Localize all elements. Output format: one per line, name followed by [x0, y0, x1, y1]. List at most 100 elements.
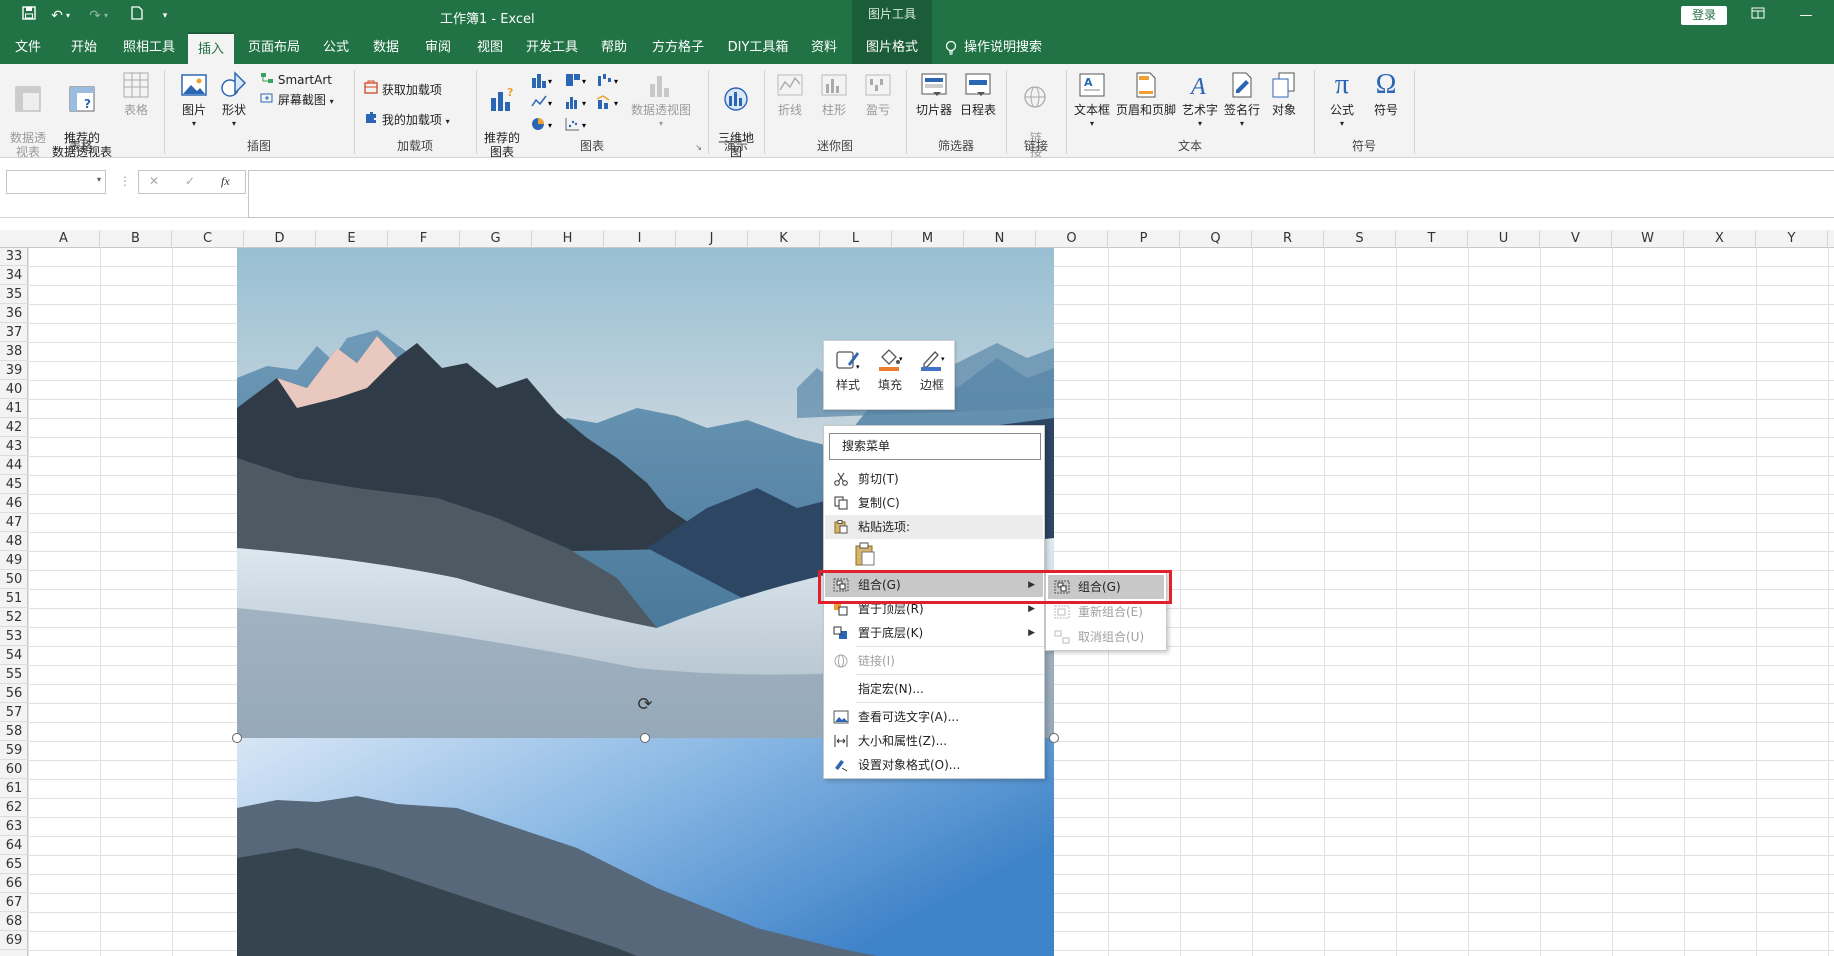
row-header[interactable]: 66: [0, 874, 28, 893]
tab-insert[interactable]: 插入: [188, 32, 234, 64]
row-header[interactable]: 56: [0, 684, 28, 703]
tab-file[interactable]: 文件: [8, 32, 48, 64]
row-header[interactable]: 67: [0, 893, 28, 912]
row-header[interactable]: 33: [0, 247, 28, 266]
row-header[interactable]: 43: [0, 437, 28, 456]
row-header[interactable]: 44: [0, 456, 28, 475]
column-header[interactable]: I: [604, 230, 676, 248]
signature-line-button[interactable]: 签名行 ▾: [1222, 70, 1262, 131]
row-header[interactable]: 45: [0, 475, 28, 494]
tab-developer[interactable]: 开发工具: [522, 32, 582, 64]
tab-home[interactable]: 开始: [66, 32, 102, 64]
row-header[interactable]: 54: [0, 646, 28, 665]
column-header[interactable]: B: [100, 230, 172, 248]
my-addins-button[interactable]: 我的加载项 ▾: [364, 110, 450, 130]
column-header[interactable]: V: [1540, 230, 1612, 248]
hierarchy-chart-icon[interactable]: ▾: [562, 72, 592, 91]
column-header[interactable]: C: [172, 230, 244, 248]
name-box[interactable]: ▾: [6, 170, 106, 194]
row-header[interactable]: 57: [0, 703, 28, 722]
pivot-chart-button[interactable]: 数据透视图 ▾: [628, 70, 694, 131]
sparkline-winloss-button[interactable]: 盈亏: [858, 70, 898, 117]
column-header[interactable]: J: [676, 230, 748, 248]
tab-data[interactable]: 数据: [368, 32, 404, 64]
menu-item-cut[interactable]: 剪切(T): [825, 467, 1043, 491]
column-header[interactable]: F: [388, 230, 460, 248]
column-header[interactable]: G: [460, 230, 532, 248]
menu-item-format-object[interactable]: 设置对象格式(O)...: [825, 753, 1043, 777]
border-button[interactable]: ▾ 边框: [912, 347, 952, 393]
tab-help[interactable]: 帮助: [596, 32, 632, 64]
row-header[interactable]: 37: [0, 323, 28, 342]
submenu-item-ungroup[interactable]: 取消组合(U): [1048, 625, 1164, 649]
column-header[interactable]: O: [1036, 230, 1108, 248]
pictures-button[interactable]: 图片 ▾: [176, 70, 212, 131]
tab-page-layout[interactable]: 页面布局: [244, 32, 304, 64]
shapes-button[interactable]: 形状 ▾: [216, 70, 252, 131]
column-header[interactable]: Q: [1180, 230, 1252, 248]
row-header[interactable]: 50: [0, 570, 28, 589]
textbox-button[interactable]: A 文本框 ▾: [1072, 70, 1112, 131]
menu-item-assign-macro[interactable]: 指定宏(N)...: [825, 677, 1043, 701]
row-header[interactable]: 47: [0, 513, 28, 532]
column-chart-icon[interactable]: ▾: [528, 72, 558, 91]
tab-camera-tools[interactable]: 照相工具: [118, 32, 180, 64]
cancel-icon[interactable]: ✕: [149, 174, 159, 188]
pie-chart-icon[interactable]: ▾: [528, 116, 558, 135]
sparkline-line-button[interactable]: 折线: [770, 70, 810, 117]
tab-picture-format[interactable]: 图片格式: [852, 32, 932, 64]
column-header[interactable]: E: [316, 230, 388, 248]
resize-handle[interactable]: [640, 733, 650, 743]
row-header[interactable]: 41: [0, 399, 28, 418]
line-chart-icon[interactable]: ▾: [528, 94, 558, 113]
tab-materials[interactable]: 资料: [806, 32, 842, 64]
menu-item-alt-text[interactable]: 查看可选文字(A)...: [825, 705, 1043, 729]
save-icon[interactable]: [18, 6, 40, 26]
table-button[interactable]: 表格: [116, 70, 156, 117]
menu-item-size-properties[interactable]: 大小和属性(Z)...: [825, 729, 1043, 753]
column-header[interactable]: L: [820, 230, 892, 248]
row-header[interactable]: 63: [0, 817, 28, 836]
tab-formulas[interactable]: 公式: [318, 32, 354, 64]
combo-chart-icon[interactable]: ▾: [594, 94, 624, 113]
column-header[interactable]: P: [1108, 230, 1180, 248]
scatter-chart-icon[interactable]: ▾: [562, 116, 592, 135]
column-header[interactable]: H: [532, 230, 604, 248]
resize-handle[interactable]: [232, 733, 242, 743]
menu-item-copy[interactable]: 复制(C): [825, 491, 1043, 515]
column-header[interactable]: N: [964, 230, 1036, 248]
column-header[interactable]: W: [1612, 230, 1684, 248]
ribbon-display-icon[interactable]: [1748, 6, 1768, 26]
row-header[interactable]: 64: [0, 836, 28, 855]
fill-button[interactable]: ▾ 填充: [870, 347, 910, 393]
column-header[interactable]: M: [892, 230, 964, 248]
column-header[interactable]: R: [1252, 230, 1324, 248]
get-addins-button[interactable]: 获取加载项: [364, 80, 442, 98]
column-header[interactable]: D: [244, 230, 316, 248]
row-header[interactable]: 60: [0, 760, 28, 779]
slicer-button[interactable]: 切片器: [914, 70, 954, 117]
tab-fangfang[interactable]: 方方格子: [646, 32, 710, 64]
row-header[interactable]: 39: [0, 361, 28, 380]
menu-item-send-to-back[interactable]: 置于底层(K) ▶: [825, 621, 1043, 645]
tab-view[interactable]: 视图: [472, 32, 508, 64]
statistic-chart-icon[interactable]: ▾: [562, 94, 592, 113]
row-header[interactable]: 61: [0, 779, 28, 798]
menu-item-link[interactable]: 链接(I): [825, 649, 1043, 673]
row-header[interactable]: 48: [0, 532, 28, 551]
tab-diy-toolbox[interactable]: DIY工具箱: [724, 32, 792, 64]
row-header[interactable]: 42: [0, 418, 28, 437]
row-header[interactable]: 65: [0, 855, 28, 874]
row-header[interactable]: 55: [0, 665, 28, 684]
header-footer-button[interactable]: 页眉和页脚: [1114, 70, 1178, 117]
row-header[interactable]: 58: [0, 722, 28, 741]
row-header[interactable]: 52: [0, 608, 28, 627]
minimize-icon[interactable]: —: [1796, 6, 1816, 26]
wordart-button[interactable]: A 艺术字 ▾: [1180, 70, 1220, 131]
smartart-button[interactable]: SmartArt: [260, 72, 332, 88]
enter-icon[interactable]: ✓: [185, 174, 195, 188]
formula-input[interactable]: [248, 170, 1834, 218]
equation-button[interactable]: π 公式 ▾: [1322, 70, 1362, 131]
row-header[interactable]: 36: [0, 304, 28, 323]
row-header[interactable]: 40: [0, 380, 28, 399]
